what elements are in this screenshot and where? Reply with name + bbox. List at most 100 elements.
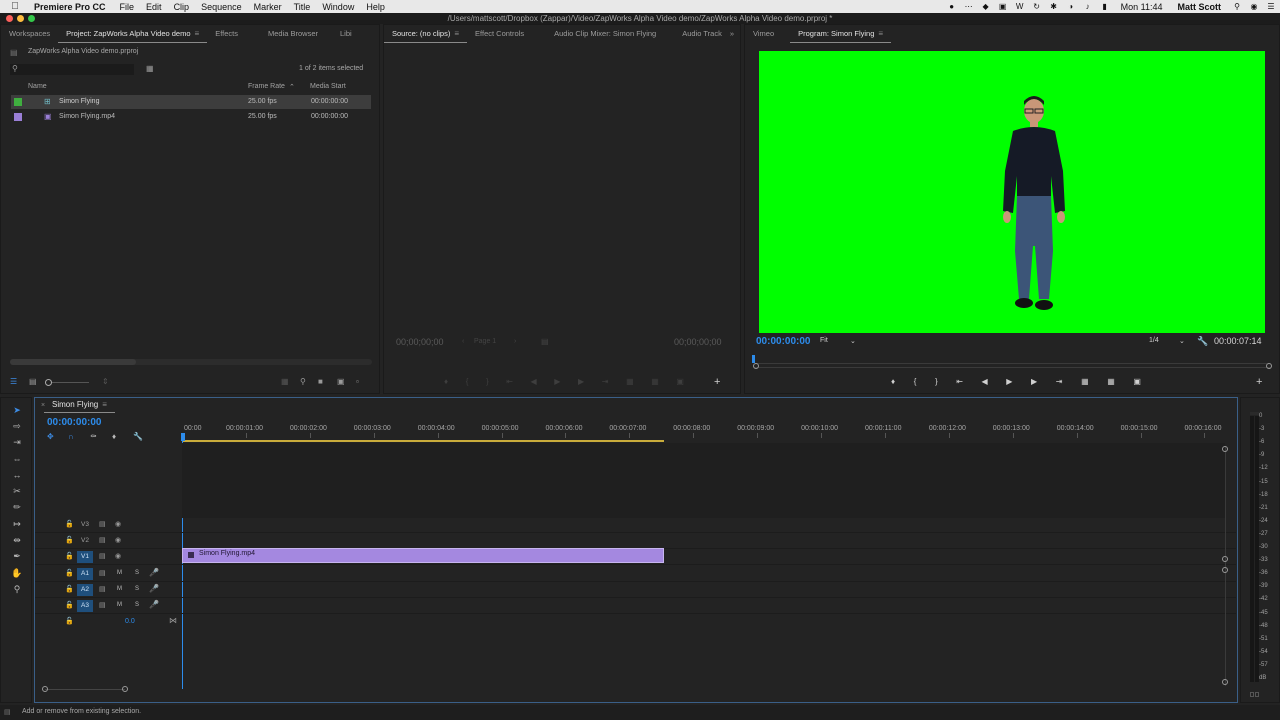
eye-icon[interactable]: ◉ <box>115 536 121 544</box>
tab-program[interactable]: Program: Simon Flying ≡ <box>790 25 892 43</box>
microphone-icon[interactable]: 🎤 <box>149 600 159 609</box>
source-button-editor-icon[interactable]: + <box>714 376 720 388</box>
solo-left-button[interactable] <box>1250 692 1254 697</box>
tab-workspaces[interactable]: Workspaces <box>1 25 58 43</box>
export-frame-icon[interactable]: ▣ <box>676 377 684 387</box>
automate-to-sequence-icon[interactable]: ▦ <box>281 377 289 386</box>
solo-button[interactable]: S <box>135 586 139 592</box>
panel-menu-icon[interactable]: ≡ <box>102 400 107 409</box>
project-item-row[interactable]: ▣ Simon Flying.mp4 25.00 fps 00:00:00:00 <box>11 110 371 124</box>
track-label-a1[interactable]: A1 <box>77 568 93 580</box>
new-bin-icon[interactable]: ■ <box>318 377 323 386</box>
go-to-next-edit-icon[interactable]: ⋈ <box>169 616 177 625</box>
zoom-window-button[interactable] <box>28 15 35 22</box>
razor-tool-icon[interactable]: ✏ <box>9 502 25 516</box>
snap-icon[interactable]: ∩ <box>68 432 74 441</box>
timeline-horizontal-scrollbar[interactable] <box>42 686 128 695</box>
wechat-icon[interactable]: W <box>1015 2 1025 11</box>
step-back-icon[interactable]: ◀ <box>982 377 988 387</box>
tab-media-browser[interactable]: Media Browser <box>246 25 326 43</box>
lock-icon[interactable]: 🔓 <box>65 585 74 593</box>
add-marker-icon[interactable]: ♦ <box>112 432 116 441</box>
step-forward-icon[interactable]: ▶ <box>1031 377 1037 387</box>
menu-file[interactable]: File <box>114 2 141 12</box>
insert-sequence-as-nest-icon[interactable]: ✥ <box>47 432 54 441</box>
menu-sequence[interactable]: Sequence <box>195 2 248 12</box>
new-search-bin-icon[interactable]: ▦ <box>146 64 154 73</box>
master-volume-value[interactable]: 0.0 <box>125 618 135 625</box>
lock-icon[interactable]: 🔓 <box>65 617 74 625</box>
go-to-out-icon[interactable]: ⇥ <box>1056 377 1063 387</box>
razor-tool-icon[interactable]: ✂ <box>9 486 25 500</box>
sync-lock-icon[interactable]: ▤ <box>99 601 106 609</box>
source-timecode[interactable]: 00;00;00;00 <box>396 337 444 347</box>
project-item-row[interactable]: ⊞ Simon Flying 25.00 fps 00:00:00:00 <box>11 95 371 109</box>
spotlight-search-icon[interactable]: ⚲ <box>1232 2 1242 11</box>
source-page-label[interactable]: Page 1 <box>474 338 496 345</box>
timeline-settings-wrench-icon[interactable]: 🔧 <box>133 432 143 441</box>
track-v2[interactable]: 🔓 V2 ▤ ◉ <box>35 533 1236 549</box>
tab-source[interactable]: Source: (no clips) ≡ <box>384 25 468 43</box>
box-icon[interactable]: ▣ <box>998 2 1008 11</box>
app-menu[interactable]: Premiere Pro CC <box>30 2 114 12</box>
scroll-handle[interactable] <box>1222 446 1228 452</box>
track-select-tool-icon[interactable]: ⇨ <box>9 421 25 435</box>
overwrite-icon[interactable]: ▦ <box>651 377 659 387</box>
lift-icon[interactable]: ▦ <box>1081 377 1089 387</box>
linked-selection-icon[interactable]: ⚰ <box>90 432 97 441</box>
go-to-in-icon[interactable]: ⇤ <box>506 377 513 387</box>
scroll-left-handle[interactable] <box>42 686 48 692</box>
insert-icon[interactable]: ▦ <box>626 377 634 387</box>
menu-help[interactable]: Help <box>360 2 391 12</box>
mute-button[interactable]: M <box>117 602 122 608</box>
menu-marker[interactable]: Marker <box>248 2 288 12</box>
slip-tool-icon[interactable]: ↦ <box>9 519 25 533</box>
rolling-edit-tool-icon[interactable]: ⇔ <box>9 454 25 468</box>
zoom-bar-right-handle[interactable] <box>1266 363 1272 369</box>
menu-edit[interactable]: Edit <box>140 2 168 12</box>
sync-lock-icon[interactable]: ▤ <box>99 569 106 577</box>
battery-icon[interactable]: ▮ <box>1100 2 1110 11</box>
playback-resolution-select[interactable]: 1/4 ⌄ <box>1149 337 1189 347</box>
track-v3[interactable]: 🔓 V3 ▤ ◉ <box>35 517 1236 533</box>
notification-center-icon[interactable]: ☰ <box>1266 2 1276 11</box>
play-icon[interactable]: ▶ <box>554 377 560 387</box>
program-timecode[interactable]: 00:00:00:00 <box>756 336 810 347</box>
wrench-icon[interactable]: 🔧 <box>1197 336 1208 347</box>
timeline-playhead-head[interactable] <box>181 433 185 441</box>
new-item-icon[interactable]: ▣ <box>337 377 345 386</box>
add-marker-icon[interactable]: ♦ <box>444 377 448 387</box>
step-back-icon[interactable]: ◀ <box>531 377 537 387</box>
tab-project[interactable]: Project: ZapWorks Alpha Video demo ≡ <box>58 25 208 43</box>
timeline-vertical-scrollbar[interactable] <box>1222 446 1228 686</box>
mark-in-icon[interactable]: { <box>914 377 917 387</box>
volume-icon[interactable]: ♪ <box>1083 2 1093 11</box>
track-label-v1[interactable]: V1 <box>77 551 93 563</box>
program-button-editor-icon[interactable]: + <box>1256 376 1262 388</box>
source-settings-icon[interactable]: ▤ <box>541 337 549 346</box>
tab-audio-track-mixer[interactable]: Audio Track <box>664 25 730 43</box>
track-label-a2[interactable]: A2 <box>77 584 93 596</box>
panel-menu-icon[interactable]: ≡ <box>195 29 200 38</box>
go-to-out-icon[interactable]: ⇥ <box>602 377 609 387</box>
mark-in-icon[interactable]: { <box>466 377 469 387</box>
selection-tool-icon[interactable]: ➤ <box>9 405 25 419</box>
tab-libraries[interactable]: Libi <box>326 25 360 43</box>
mute-button[interactable]: M <box>117 586 122 592</box>
scroll-handle[interactable] <box>1222 567 1228 573</box>
scroll-right-handle[interactable] <box>122 686 128 692</box>
menu-window[interactable]: Window <box>316 2 360 12</box>
track-label-v3[interactable]: V3 <box>77 519 93 531</box>
playhead[interactable] <box>752 355 755 363</box>
solo-right-button[interactable] <box>1255 692 1259 697</box>
column-media-start[interactable]: Media Start <box>310 83 346 90</box>
microphone-icon[interactable]: 🎤 <box>149 568 159 577</box>
work-area-bar[interactable] <box>182 440 664 442</box>
rate-stretch-tool-icon[interactable]: ↔ <box>9 470 25 484</box>
time-machine-icon[interactable]: ↻ <box>1032 2 1042 11</box>
microphone-icon[interactable]: 🎤 <box>149 584 159 593</box>
program-zoom-bar[interactable] <box>753 363 1272 369</box>
lock-icon[interactable]: 🔓 <box>65 569 74 577</box>
lastpass-icon[interactable]: ⋯ <box>964 2 974 11</box>
step-forward-icon[interactable]: ▶ <box>578 377 584 387</box>
